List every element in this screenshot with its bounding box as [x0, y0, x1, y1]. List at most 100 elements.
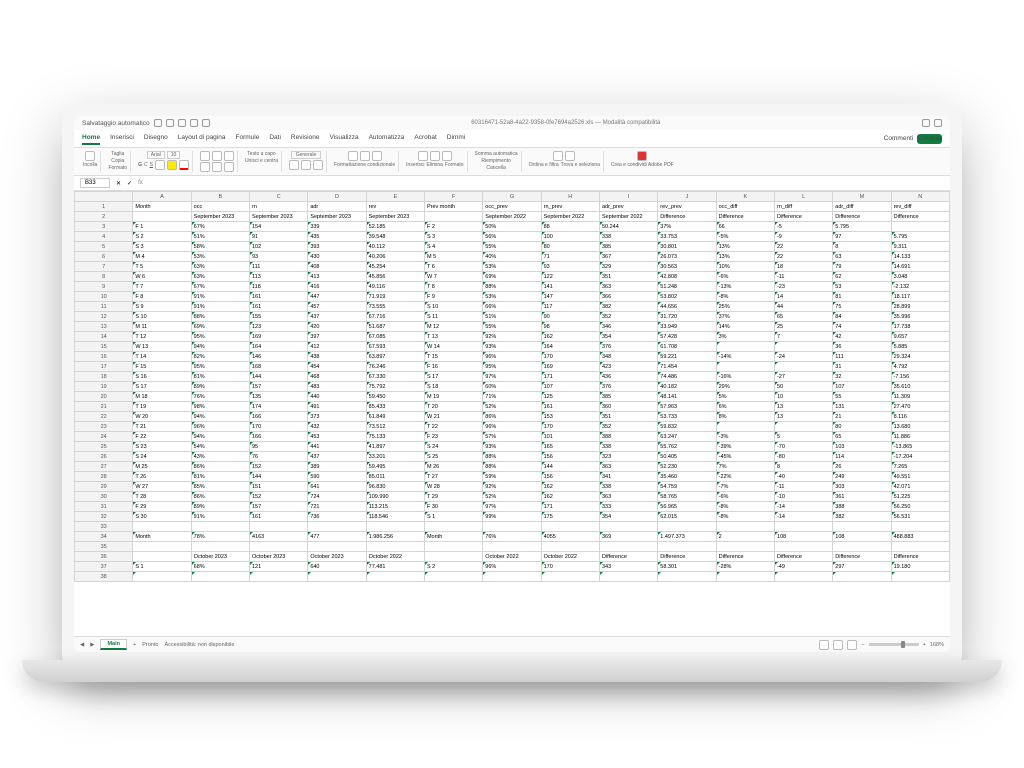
cell[interactable]: 28.899	[891, 302, 949, 312]
cell[interactable]: 157	[249, 382, 307, 392]
cell[interactable]: S 16	[133, 372, 191, 382]
user-icon[interactable]	[934, 119, 942, 127]
cell[interactable]: 97%	[483, 502, 541, 512]
row-header[interactable]: 23	[75, 422, 133, 432]
cell[interactable]: 55%	[483, 322, 541, 332]
tab-tellme[interactable]: Dimmi	[447, 132, 465, 145]
cell[interactable]: F 2	[424, 222, 482, 232]
cell[interactable]: 363	[599, 282, 657, 292]
formatcell-button[interactable]	[442, 151, 452, 161]
cell[interactable]: 721	[308, 502, 366, 512]
cell[interactable]: T 13	[424, 332, 482, 342]
cell[interactable]: 93%	[483, 442, 541, 452]
cell[interactable]: 339	[308, 222, 366, 232]
cell[interactable]: W 13	[133, 342, 191, 352]
cell[interactable]: 367	[599, 252, 657, 262]
cell[interactable]: 13%	[716, 242, 774, 252]
cell[interactable]: T 26	[133, 472, 191, 482]
cancel-icon[interactable]: ✕	[116, 180, 121, 187]
row-header[interactable]: 12	[75, 312, 133, 322]
cell[interactable]: 108	[833, 532, 891, 542]
confirm-icon[interactable]: ✓	[127, 180, 132, 187]
cell[interactable]: Difference	[716, 212, 774, 222]
row-header[interactable]: 25	[75, 442, 133, 452]
cell[interactable]	[833, 572, 891, 582]
cell[interactable]: 146	[249, 352, 307, 362]
cell[interactable]: 7.265	[891, 462, 949, 472]
cell[interactable]: 65	[774, 312, 832, 322]
cell[interactable]: M 19	[424, 392, 482, 402]
cell[interactable]: F 1	[133, 222, 191, 232]
col-header[interactable]: K	[716, 192, 774, 202]
sheet-nav-prev[interactable]: ◀	[80, 642, 84, 648]
cell[interactable]: 85.433	[366, 402, 424, 412]
formatpainter-button[interactable]: Formato	[108, 165, 127, 171]
cell[interactable]: S 3	[424, 232, 482, 242]
cell[interactable]: 440	[308, 392, 366, 402]
cell[interactable]	[833, 542, 891, 552]
cell[interactable]: -16%	[716, 372, 774, 382]
cell[interactable]: M 18	[133, 392, 191, 402]
cell[interactable]: 438	[308, 352, 366, 362]
cell[interactable]: Prev month	[424, 202, 482, 212]
cell[interactable]: 352	[599, 312, 657, 322]
cell[interactable]: 91%	[191, 292, 249, 302]
condfmt-button[interactable]	[348, 151, 358, 161]
cell[interactable]: 412	[308, 342, 366, 352]
wrap-button[interactable]: Testo a capo	[247, 151, 275, 157]
col-header[interactable]: C	[249, 192, 307, 202]
cell[interactable]: 29%	[716, 382, 774, 392]
cell[interactable]: 416	[308, 282, 366, 292]
cell[interactable]: October 2023	[191, 552, 249, 562]
cell[interactable]	[308, 542, 366, 552]
col-header[interactable]: N	[891, 192, 949, 202]
cell[interactable]: 17.738	[891, 322, 949, 332]
cell[interactable]: 152	[249, 462, 307, 472]
cell[interactable]: T 5	[133, 262, 191, 272]
cell[interactable]: 51.687	[366, 322, 424, 332]
cell[interactable]: Difference	[599, 552, 657, 562]
cell[interactable]: 88%	[483, 452, 541, 462]
cell[interactable]: 153	[541, 412, 599, 422]
cell[interactable]: S 24	[424, 442, 482, 452]
cell[interactable]: M 4	[133, 252, 191, 262]
cell[interactable]: 152	[249, 492, 307, 502]
cell[interactable]: 45.254	[366, 262, 424, 272]
autosave-toggle[interactable]	[154, 119, 162, 127]
cell[interactable]: 66%	[483, 302, 541, 312]
cell[interactable]: 53.733	[658, 412, 716, 422]
cell[interactable]: 144	[249, 472, 307, 482]
cell[interactable]: 382	[833, 512, 891, 522]
cell[interactable]: 93	[541, 262, 599, 272]
cell[interactable]: 18	[774, 262, 832, 272]
cell[interactable]: 25	[774, 322, 832, 332]
cell[interactable]: 641	[308, 482, 366, 492]
cell[interactable]: 457	[308, 302, 366, 312]
row-header[interactable]: 32	[75, 512, 133, 522]
cell[interactable]: T 15	[424, 352, 482, 362]
cell[interactable]: 14%	[716, 322, 774, 332]
paste-button[interactable]	[85, 151, 95, 161]
cell[interactable]: September 2022	[599, 212, 657, 222]
cell[interactable]: 441	[308, 442, 366, 452]
cell[interactable]: Difference	[891, 212, 949, 222]
cell[interactable]: 62.015	[658, 512, 716, 522]
cell[interactable]: 56.531	[891, 512, 949, 522]
cell[interactable]: T 12	[133, 332, 191, 342]
row-header[interactable]: 20	[75, 392, 133, 402]
cell[interactable]: 50%	[483, 222, 541, 232]
undo-icon[interactable]	[190, 119, 198, 127]
cell[interactable]: 63%	[191, 262, 249, 272]
cell[interactable]: -13.865	[891, 442, 949, 452]
cell[interactable]: M 25	[133, 462, 191, 472]
cell[interactable]: 393	[308, 242, 366, 252]
cell[interactable]: 436	[599, 372, 657, 382]
underline-button[interactable]: S	[150, 162, 153, 168]
cell[interactable]: W 7	[424, 272, 482, 282]
row-header[interactable]: 2	[75, 212, 133, 222]
row-header[interactable]: 36	[75, 552, 133, 562]
cell[interactable]: 54%	[191, 442, 249, 452]
cell[interactable]: 67%	[191, 282, 249, 292]
cell[interactable]: 121	[249, 562, 307, 572]
cell[interactable]	[424, 572, 482, 582]
